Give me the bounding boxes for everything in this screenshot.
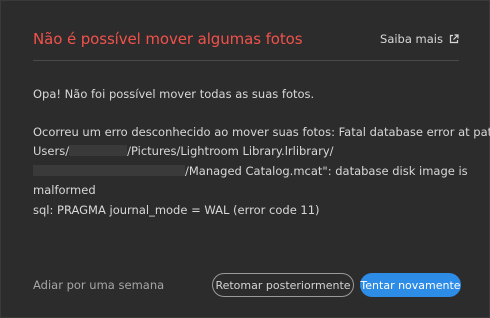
learn-more-link[interactable]: Saiba mais xyxy=(380,32,459,46)
error-line-1: Ocorreu um erro desconhecido ao mover su… xyxy=(33,125,490,139)
error-line-2: Users/ /Pictures/Lightroom Library.lrlibr… xyxy=(33,142,465,161)
summary-message: Opa! Não foi possível mover todas as sua… xyxy=(33,87,315,101)
dialog-title: Não é possível mover algumas fotos xyxy=(33,30,303,48)
learn-more-label: Saiba mais xyxy=(380,32,443,46)
retry-button[interactable]: Tentar novamente xyxy=(360,273,461,297)
header-divider xyxy=(33,60,459,61)
dialog-header: Não é possível mover algumas fotos Saiba… xyxy=(33,27,459,51)
postpone-week-button[interactable]: Adiar por uma semana xyxy=(33,278,164,292)
redacted-username xyxy=(69,145,128,157)
error-dialog: Não é possível mover algumas fotos Saiba… xyxy=(0,0,490,318)
dialog-footer: Adiar por uma semana Retomar posteriorme… xyxy=(33,271,461,299)
error-line-4: malformed xyxy=(33,183,96,198)
path-catalog-segment: /Managed Catalog.mcat": database disk im… xyxy=(185,163,468,178)
path-users-segment: Users/ xyxy=(33,144,70,159)
redacted-path-segment xyxy=(33,164,185,176)
error-line-5: sql: PRAGMA journal_mode = WAL (error co… xyxy=(33,202,320,217)
error-details: Ocorreu um erro desconhecido ao mover su… xyxy=(33,123,490,220)
resume-later-button[interactable]: Retomar posteriormente xyxy=(212,273,354,297)
error-line-3: /Managed Catalog.mcat": database disk im… xyxy=(33,162,468,181)
external-link-icon xyxy=(449,34,459,44)
path-library-segment: /Pictures/Lightroom Library.lrlibrary/ xyxy=(127,144,334,159)
